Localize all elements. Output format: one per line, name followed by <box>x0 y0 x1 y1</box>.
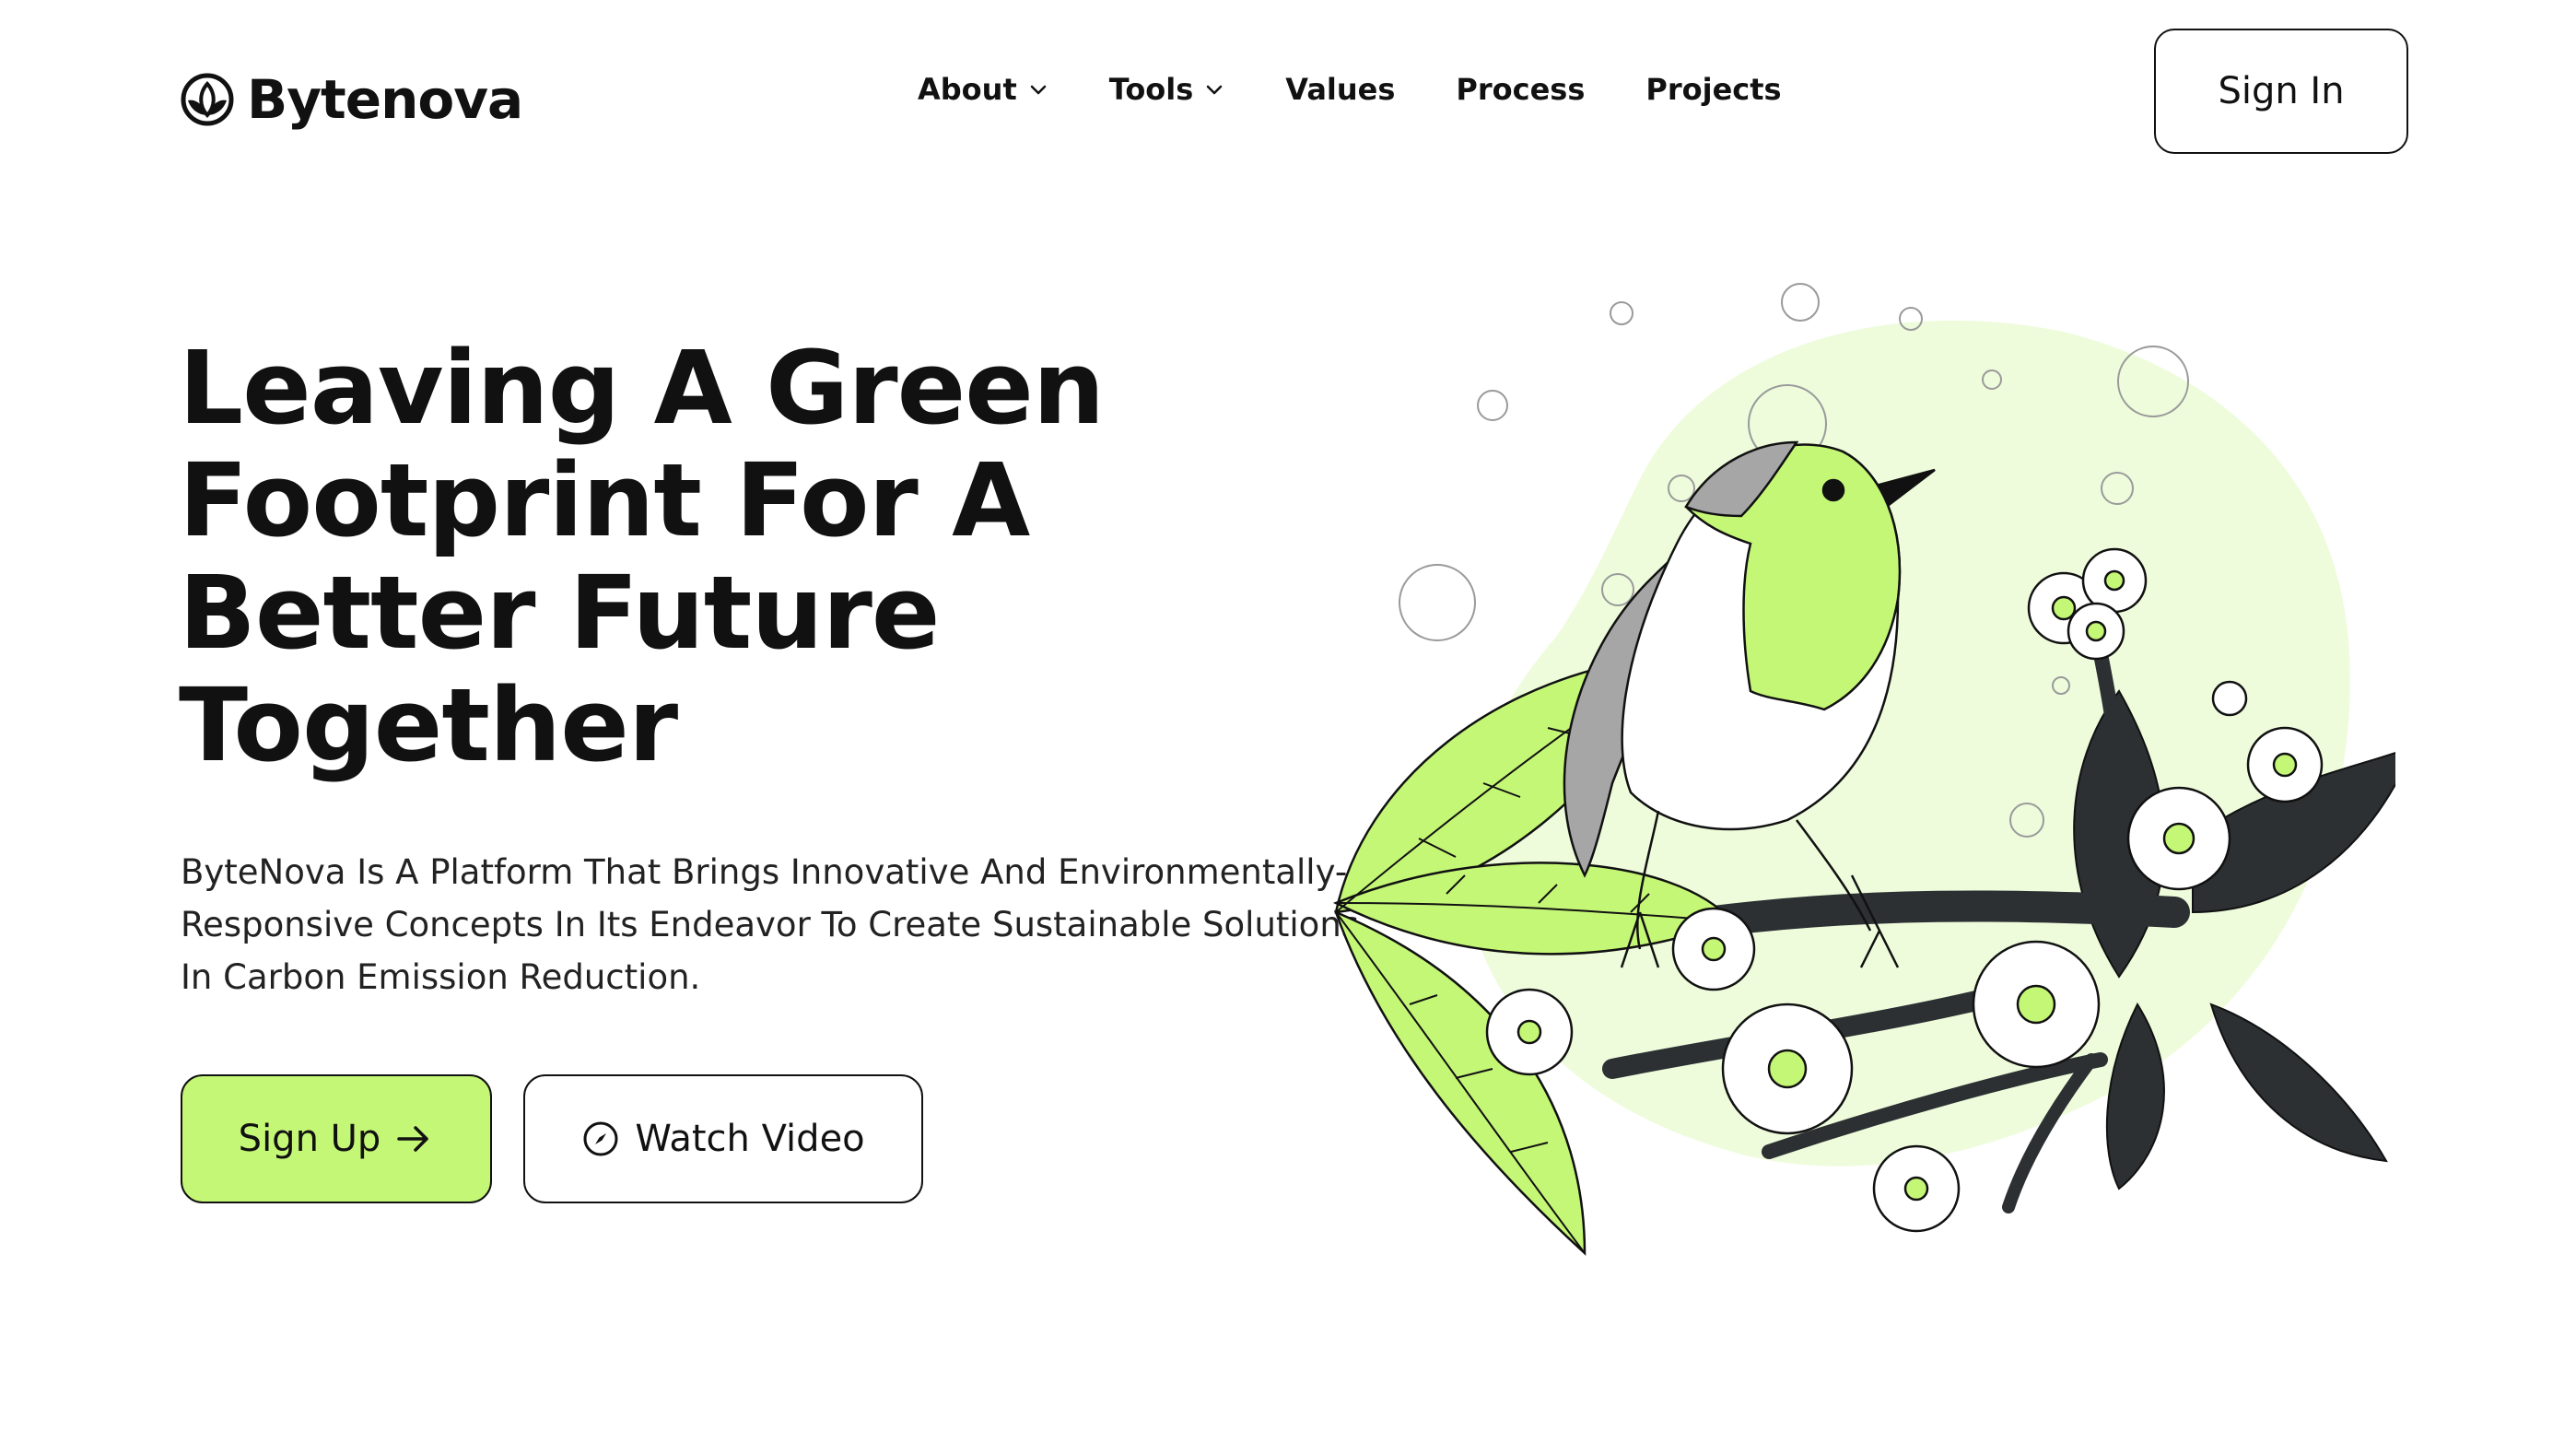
leaf-logo-icon <box>181 73 234 126</box>
sign-up-label: Sign Up <box>238 1118 381 1160</box>
compass-icon <box>583 1121 618 1156</box>
sign-in-label: Sign In <box>2218 70 2345 112</box>
logo[interactable]: Bytenova <box>181 68 523 131</box>
chevron-down-icon <box>1207 85 1223 95</box>
nav-item-values[interactable]: Values <box>1285 72 1395 107</box>
nav-item-about[interactable]: About <box>918 72 1048 107</box>
nav-item-label: Process <box>1456 72 1586 107</box>
nav-item-label: About <box>918 72 1017 107</box>
hero-title: Leaving A Green Footprint For A Better F… <box>179 329 1105 784</box>
bird-illustration <box>1332 283 2395 1256</box>
nav-item-label: Projects <box>1645 72 1782 107</box>
nav-item-projects[interactable]: Projects <box>1645 72 1781 107</box>
nav-item-label: Values <box>1285 72 1396 107</box>
arrow-right-icon <box>397 1126 429 1152</box>
sign-up-button[interactable]: Sign Up <box>181 1074 492 1203</box>
nav-item-label: Tools <box>1108 72 1194 107</box>
brand-name: Bytenova <box>247 68 523 131</box>
sign-in-button[interactable]: Sign In <box>2154 29 2408 154</box>
hero-description: ByteNova Is A Platform That Brings Innov… <box>181 852 1360 997</box>
watch-video-button[interactable]: Watch Video <box>523 1074 923 1203</box>
nav-item-process[interactable]: Process <box>1456 72 1585 107</box>
chevron-down-icon <box>1030 85 1046 95</box>
watch-video-label: Watch Video <box>635 1118 865 1160</box>
main-nav: About Tools Values Process Projects <box>918 72 1782 107</box>
nav-item-tools[interactable]: Tools <box>1109 72 1225 107</box>
